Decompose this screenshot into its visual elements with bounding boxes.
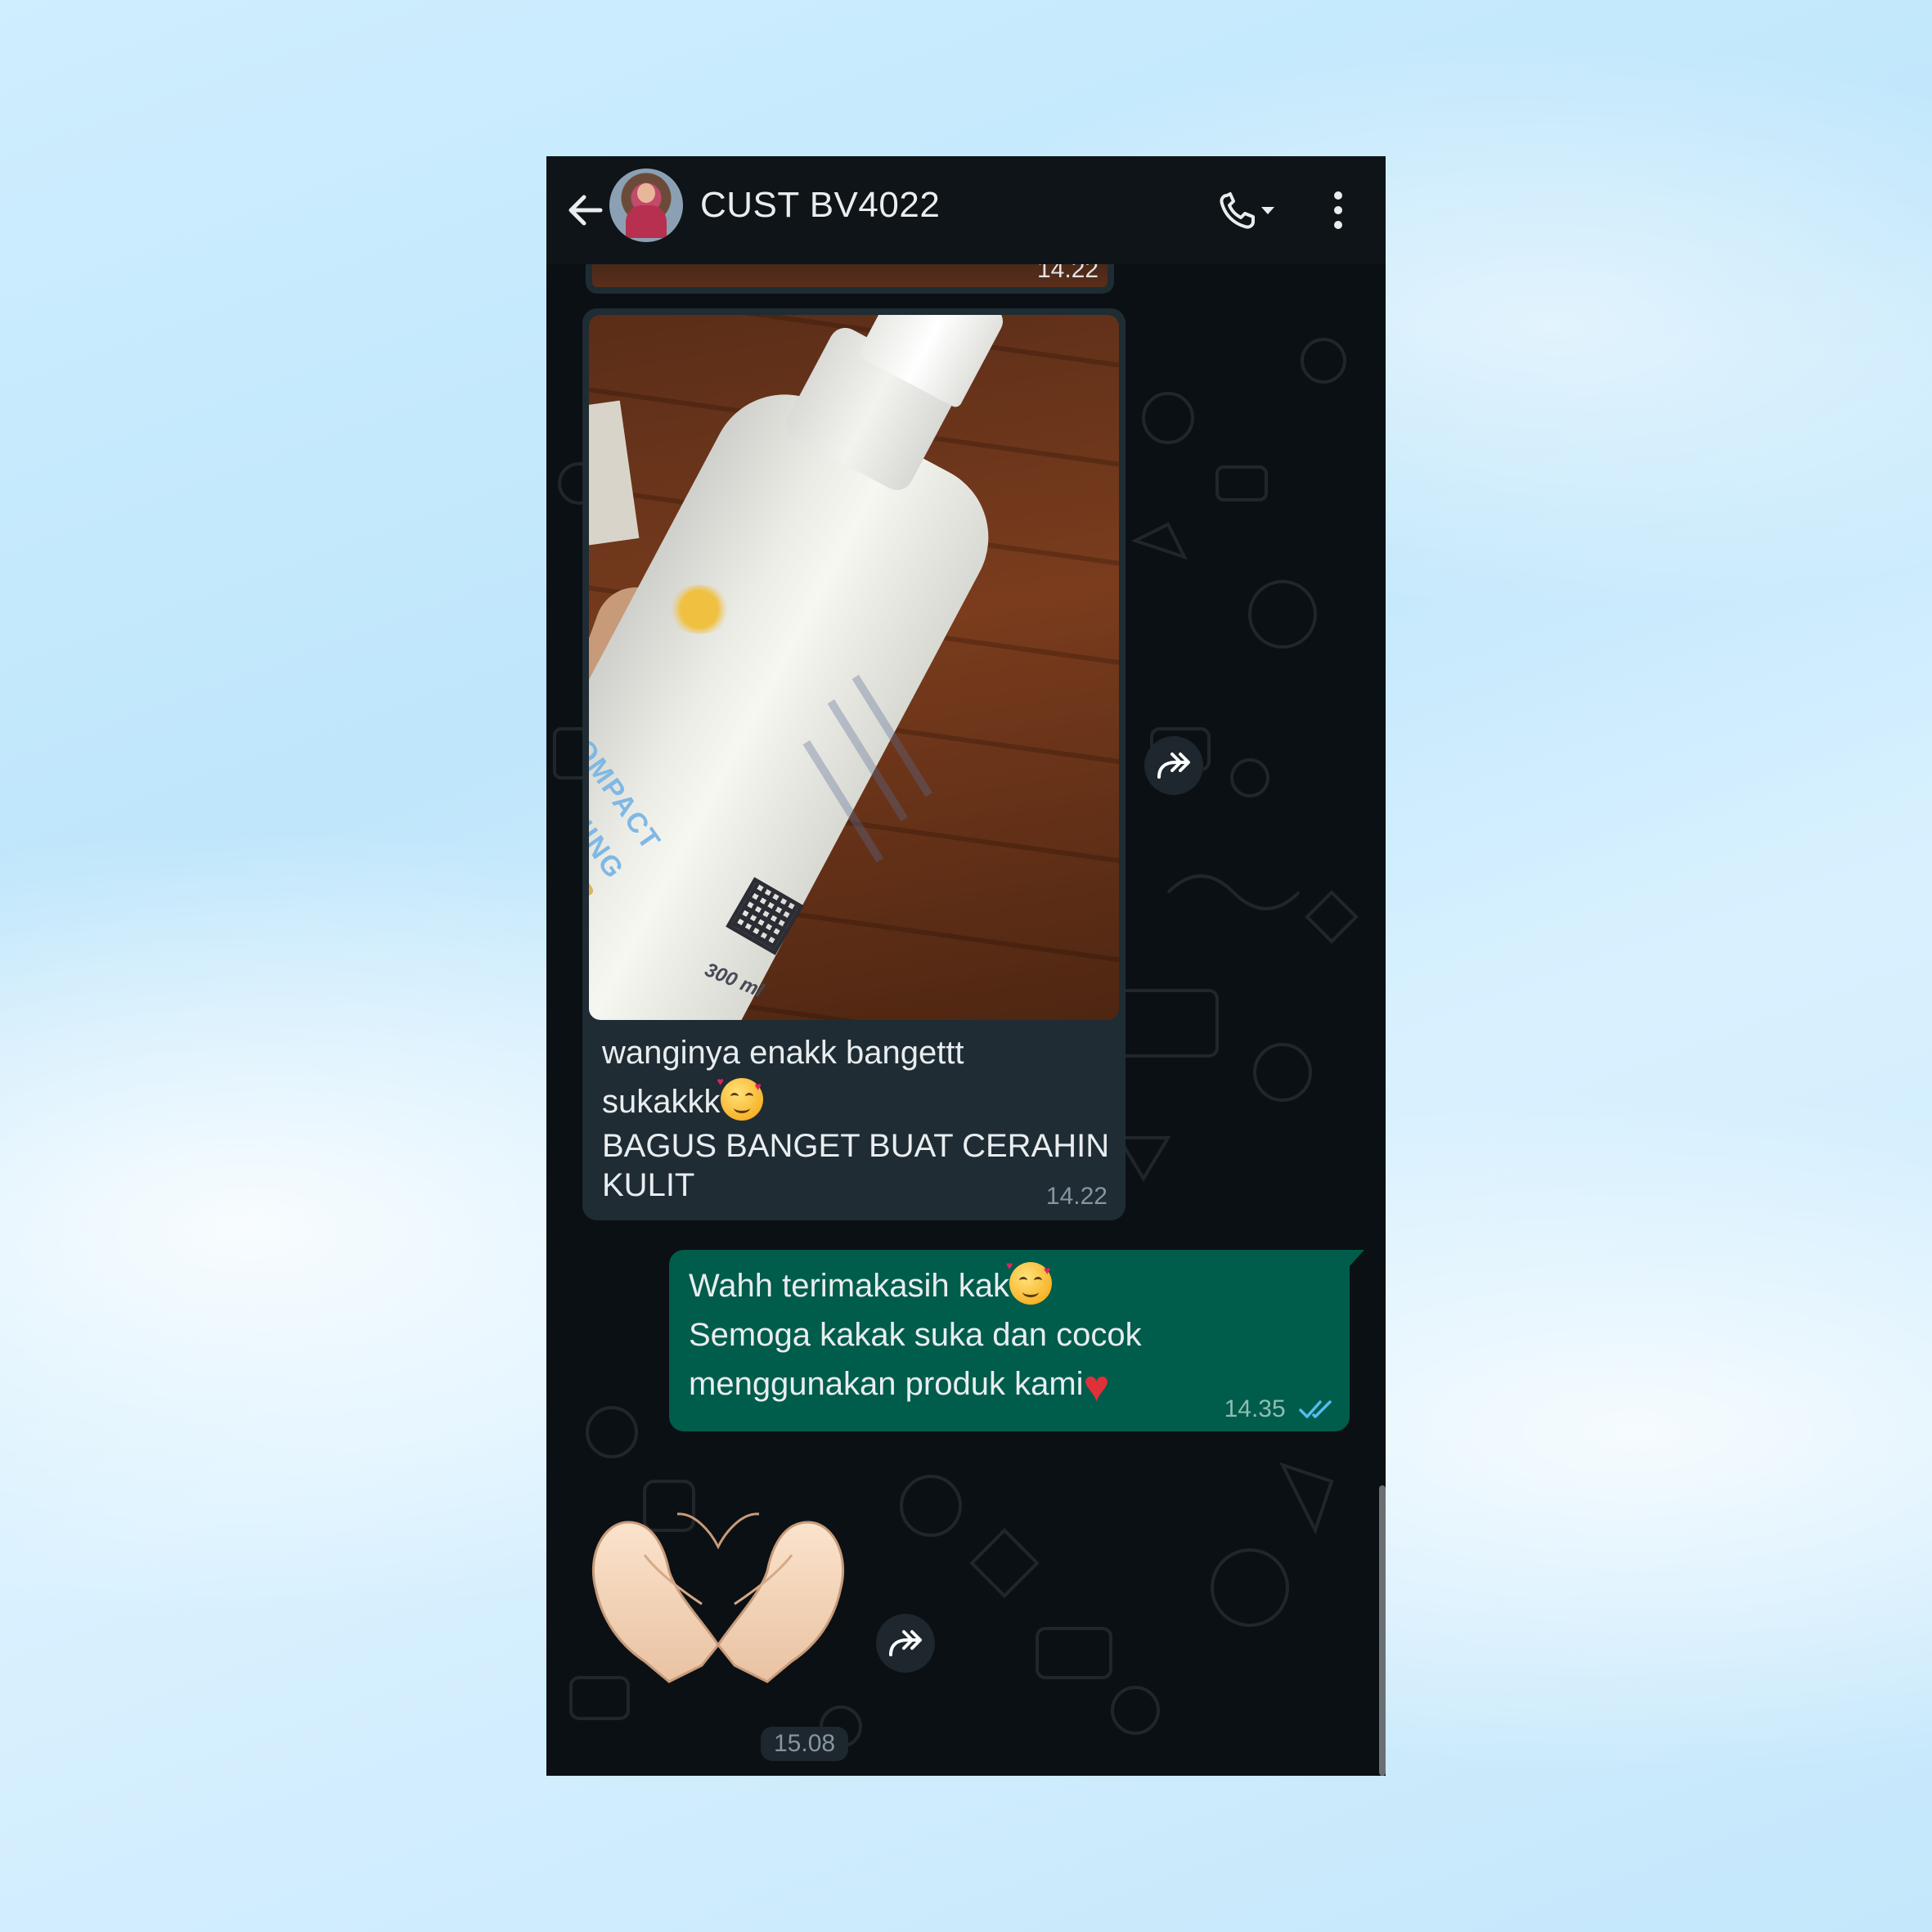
caption-line: sukakkk <box>602 1084 721 1120</box>
message-meta: 14.35 <box>1224 1395 1335 1423</box>
contact-avatar[interactable] <box>609 168 683 242</box>
smiling-face-with-hearts-icon: ♥ ♥ <box>717 1076 763 1121</box>
caption-line: KULIT <box>602 1167 695 1203</box>
message-time: 14.22 <box>1045 1183 1108 1210</box>
forward-icon <box>889 1630 922 1656</box>
forward-button[interactable] <box>1144 736 1203 795</box>
caption-line-with-emoji: sukakkk ♥ ♥ <box>602 1076 1109 1126</box>
message-time: 15.08 <box>761 1727 849 1761</box>
product-photo[interactable]: COMPACT TENING RUB 300 ml <box>589 315 1119 1020</box>
outgoing-message-text: Wahh terimakasih kak ♥ ♥ Semoga kakak suka… <box>689 1260 1142 1409</box>
message-time: 14.35 <box>1224 1395 1286 1422</box>
phone-dropdown-icon[interactable] <box>1215 187 1281 233</box>
image-message-bubble[interactable]: COMPACT TENING RUB 300 ml wanginya enakk… <box>582 308 1126 1220</box>
message-line: Semoga kakak suka dan cocok <box>689 1317 1142 1353</box>
contact-name[interactable]: CUST BV4022 <box>700 185 940 226</box>
double-check-read-icon <box>1299 1400 1332 1418</box>
chat-header: CUST BV4022 <box>546 156 1386 264</box>
caption-line: BAGUS BANGET BUAT CERAHIN <box>602 1128 1110 1164</box>
forward-button[interactable] <box>876 1614 935 1673</box>
arrow-left-icon[interactable] <box>563 187 609 233</box>
message-line: menggunakan produk kami <box>689 1366 1084 1402</box>
image-caption: wanginya enakk bangettt sukakkk ♥ ♥ BAGUS … <box>602 1028 1109 1205</box>
red-heart-icon: ♥ <box>1083 1362 1110 1411</box>
chat-window: CUST BV4022 14.22 COMPACT TENING RUB 300… <box>546 156 1386 1776</box>
forward-icon <box>1157 753 1190 779</box>
message-line: Wahh terimakasih kak <box>689 1268 1009 1304</box>
message-line-with-emoji: menggunakan produk kami♥ <box>689 1359 1142 1409</box>
smiling-face-with-hearts-icon: ♥ ♥ <box>1006 1260 1052 1305</box>
caption-line: wanginya enakk bangettt <box>602 1035 964 1071</box>
outgoing-message-bubble[interactable]: Wahh terimakasih kak ♥ ♥ Semoga kakak suka… <box>669 1250 1364 1431</box>
more-vertical-icon[interactable] <box>1323 186 1353 235</box>
message-line-with-emoji: Wahh terimakasih kak ♥ ♥ <box>689 1260 1142 1310</box>
scrollbar[interactable] <box>1379 1485 1386 1776</box>
heart-hands-sticker[interactable] <box>579 1498 857 1686</box>
